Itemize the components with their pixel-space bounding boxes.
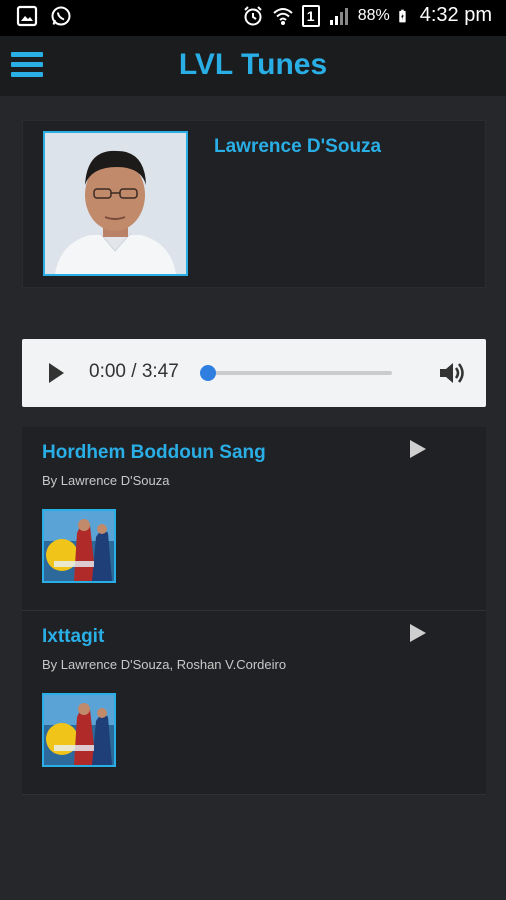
album-cover [42,509,116,583]
artist-photo [43,131,188,276]
battery-icon [399,9,406,22]
alarm-icon [243,5,262,25]
play-icon[interactable] [46,361,66,385]
time-display: 0:00 / 3:47 [89,361,179,382]
whatsapp-icon [51,6,71,26]
sim-icon: 1 [301,4,320,27]
track-item[interactable]: Ixttagit By Lawrence D'Souza, Roshan V.C… [22,611,486,795]
track-item[interactable]: Hordhem Boddoun Sang By Lawrence D'Souza [22,427,486,611]
artist-card: Lawrence D'Souza [22,120,486,288]
image-icon [16,5,38,27]
audio-player: 0:00 / 3:47 [22,339,486,407]
app-bar: LVL Tunes [0,36,506,96]
app-title: LVL Tunes [178,48,328,81]
album-cover [42,693,116,767]
artist-name: Lawrence D'Souza [214,136,382,157]
track-title[interactable]: Hordhem Boddoun Sang [42,442,266,464]
play-icon[interactable] [408,439,428,459]
status-bar: 1 88% 4:32 pm [0,0,506,36]
wifi-icon [273,7,293,25]
seek-bar[interactable] [200,365,392,381]
play-icon[interactable] [408,623,428,643]
volume-icon[interactable] [438,360,466,386]
track-artists: By Lawrence D'Souza, Roshan V.Cordeiro [42,657,287,672]
clock: 4:32 pm [419,4,492,26]
track-artists: By Lawrence D'Souza [42,473,170,488]
track-title[interactable]: Ixttagit [42,626,104,648]
battery-percent: 88% [357,6,390,24]
seek-thumb[interactable] [200,365,216,381]
signal-icon [329,7,348,25]
